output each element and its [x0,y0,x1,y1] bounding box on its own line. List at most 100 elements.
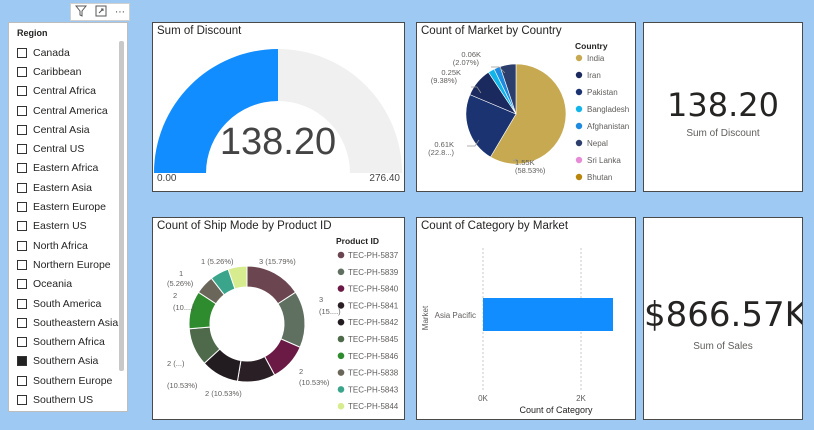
checkbox[interactable] [17,337,27,348]
checkbox[interactable] [17,105,27,116]
slicer-item[interactable]: North Africa [17,236,115,255]
slicer-item[interactable]: Southern Asia [17,352,115,371]
slicer-item[interactable] [17,410,115,411]
donut-legend-item[interactable]: TEC-PH-5840 [348,285,399,294]
slicer-item[interactable]: Northern Europe [17,255,115,274]
slicer-item[interactable]: Caribbean [17,62,115,81]
donut-legend-item[interactable]: TEC-PH-5837 [348,251,399,260]
donut-legend-item[interactable]: TEC-PH-5841 [348,301,399,310]
slicer-scrollbar[interactable] [119,41,124,371]
market-by-country-pie-card: Count of Market by Country 0.06K (2.07%) 0… [416,22,636,192]
bar-tick-2k: 2K [576,394,586,403]
checkbox[interactable] [17,47,27,58]
legend-marker [575,173,583,181]
region-slicer: Region Canada Caribbean Central Africa Cent… [8,22,128,412]
donut-legend-item[interactable]: TEC-PH-5844 [348,402,399,411]
checkbox[interactable] [17,163,27,174]
donut-chart: 3 (15.79%) 3 (15....) 2 (10.53%) 2 (10.53%) 2 … [167,236,399,411]
kpi-discount-label: Sum of Discount [686,128,760,139]
pie-data-label: (58.53%) [515,166,546,175]
pie-data-label: (22.8...) [428,148,454,157]
slicer-list: Canada Caribbean Central Africa Central Ame… [17,43,119,411]
slicer-item[interactable]: Eastern US [17,217,115,236]
checkbox[interactable] [17,394,27,405]
legend-marker [337,369,345,376]
donut-data-label: 2 [299,367,303,376]
slicer-item[interactable]: South America [17,294,115,313]
slicer-item[interactable]: Southern Europe [17,371,115,390]
slicer-item-label: Eastern Africa [33,162,99,175]
slicer-item-label: Northern Europe [33,258,111,271]
pie-data-label: (2.07%) [453,58,480,67]
pie-legend-title: Country [575,41,608,51]
checkbox[interactable] [17,202,27,213]
slicer-item[interactable]: Central Africa [17,82,115,101]
slicer-item[interactable]: Southeastern Asia [17,313,119,332]
legend-marker [337,335,345,343]
slicer-item-label: Canada [33,46,70,59]
checkbox[interactable] [17,144,27,155]
checkbox[interactable] [17,356,27,367]
slicer-item[interactable]: Eastern Africa [17,159,115,178]
donut-legend-item[interactable]: TEC-PH-5846 [348,352,399,361]
slicer-item-label: Oceania [33,278,73,291]
donut-data-label: 3 (15.79%) [259,257,296,266]
slicer-item[interactable]: Eastern Europe [17,197,115,216]
slicer-item[interactable]: Central America [17,101,115,120]
donut-data-label: 2 [173,291,177,300]
legend-marker [337,318,345,326]
donut-legend-item[interactable]: TEC-PH-5839 [348,268,399,277]
pie-legend-item[interactable]: Iran [587,71,601,80]
focus-mode-icon[interactable] [95,5,107,20]
checkbox[interactable] [17,375,27,386]
slicer-item[interactable]: Oceania [17,275,115,294]
donut-data-label: 2 (10.53%) [205,389,242,398]
kpi-discount-value: 138.20 [667,86,779,124]
slicer-item[interactable]: Central Asia [17,120,115,139]
checkbox[interactable] [17,259,27,270]
more-options-icon[interactable]: ⋯ [115,7,125,18]
pie-legend-item[interactable]: Bangladesh [587,105,629,114]
donut-data-label: 3 [319,295,323,304]
bar-chart: Asia Pacific Market 0K 2K Count of Categ… [421,248,613,415]
checkbox[interactable] [17,240,27,251]
pie-legend-item[interactable]: India [587,54,605,63]
slicer-item[interactable]: Southern US [17,390,115,409]
slicer-item-label: Eastern US [33,220,87,233]
checkbox[interactable] [17,279,27,290]
pie-legend-item[interactable]: Nepal [587,139,608,148]
slicer-item-label: Southeastern Asia [33,316,119,329]
slicer-item[interactable]: Canada [17,43,115,62]
donut-legend-item[interactable]: TEC-PH-5838 [348,369,399,378]
bar-x-axis-title: Count of Category [519,405,593,415]
legend-marker [337,386,345,393]
legend-marker [575,88,583,96]
pie-chart: 0.06K(2.07%)0.25K(9.38%)0.61K(22.8...)1.… [428,41,629,182]
filter-icon[interactable] [74,5,88,20]
category-by-market-bar-card: Count of Category by Market Asia Pacific… [416,217,636,420]
pie-legend-item[interactable]: Sri Lanka [587,156,621,165]
checkbox[interactable] [17,86,27,97]
legend-marker [337,251,345,259]
checkbox[interactable] [17,317,27,328]
legend-marker [337,268,345,276]
slicer-item[interactable]: Southern Africa [17,332,115,351]
slicer-item-label: North Africa [33,239,88,252]
donut-legend-item[interactable]: TEC-PH-5843 [348,385,399,394]
pie-legend-item[interactable]: Pakistan [587,88,618,97]
checkbox[interactable] [17,221,27,232]
checkbox[interactable] [17,182,27,193]
bar-tick-0k: 0K [478,394,488,403]
discount-gauge-card: Sum of Discount 138.20 0.00 276.40 [152,22,405,192]
kpi-sales-label: Sum of Sales [693,341,753,352]
pie-legend-item[interactable]: Afghanistan [587,122,629,131]
slicer-item[interactable]: Eastern Asia [17,178,115,197]
slicer-item[interactable]: Central US [17,139,115,158]
donut-legend-item[interactable]: TEC-PH-5842 [348,318,399,327]
donut-legend-item[interactable]: TEC-PH-5845 [348,335,399,344]
checkbox[interactable] [17,66,27,77]
pie-legend-item[interactable]: Bhutan [587,173,612,182]
kpi-sales-value: $866.57K [644,295,803,335]
checkbox[interactable] [17,124,27,135]
checkbox[interactable] [17,298,27,309]
